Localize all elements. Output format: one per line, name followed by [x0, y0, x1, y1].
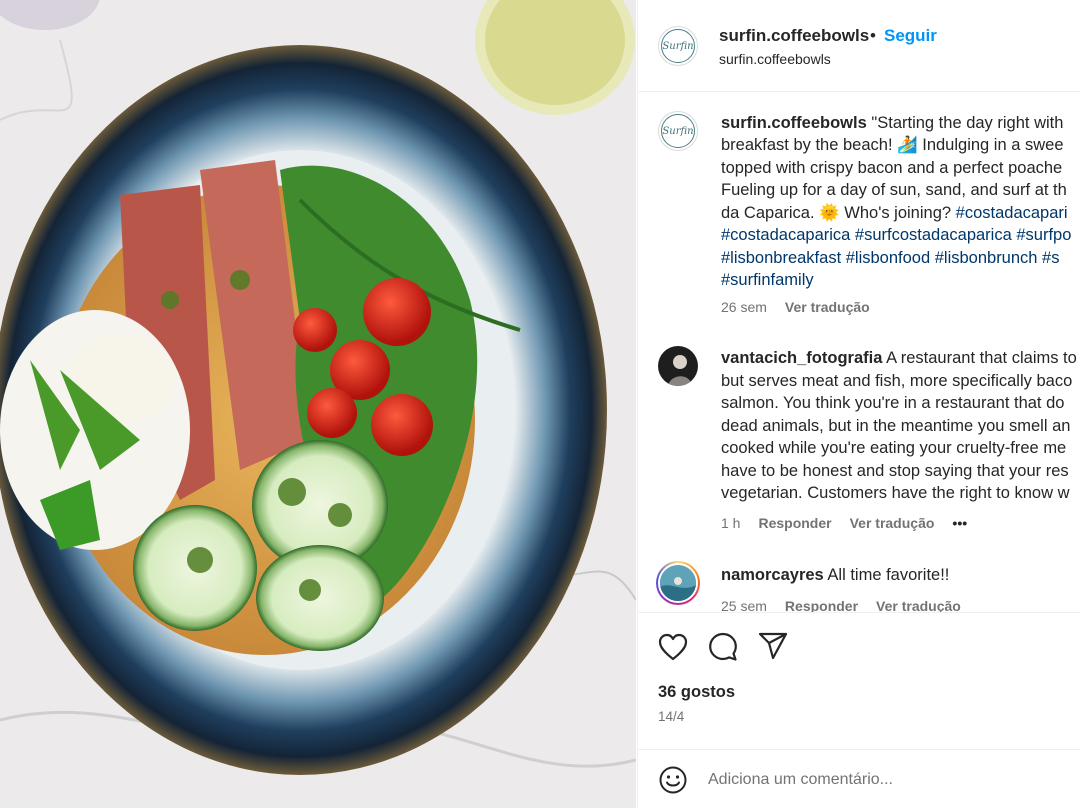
hashtag-line-2[interactable]: #lisbonbreakfast #lisbonfood #lisbonbrun…	[721, 247, 1059, 270]
caption-text: da Caparica. 🌞 Who's joining?	[721, 204, 952, 222]
comment-1-line-1: vantacich_fotografia A restaurant that c…	[721, 347, 1077, 370]
reply-button[interactable]: Responder	[785, 598, 858, 612]
avatar-logo-text: Surfin	[662, 40, 694, 52]
post-date: 14/4	[658, 709, 685, 724]
post-photo	[0, 0, 636, 808]
comment-2-meta: 25 sem Responder Ver tradução	[721, 598, 979, 612]
comment-icon[interactable]	[708, 632, 738, 662]
surfer-photo-icon	[660, 565, 696, 601]
comment-username[interactable]: namorcayres	[721, 566, 824, 584]
comments-list[interactable]: Surfin surfin.coffeebowls "Starting the …	[638, 93, 1080, 612]
post-actions: 36 gostos 14/4	[638, 612, 1080, 808]
caption-meta: 26 sem Ver tradução	[721, 299, 888, 315]
comment-text: All time favorite!!	[827, 566, 950, 584]
comment-1-line-7: vegetarian. Customers have the right to …	[721, 484, 1070, 502]
caption-translate-button[interactable]: Ver tradução	[785, 299, 870, 315]
comment-username[interactable]: vantacich_fotografia	[721, 349, 882, 367]
comment-input[interactable]	[708, 766, 1068, 794]
caption-line-5: da Caparica. 🌞 Who's joining? #costadaca…	[721, 202, 1068, 225]
caption-line-1: surfin.coffeebowls "Starting the day rig…	[721, 112, 1063, 135]
comment-1-line-6: have to be honest and stop saying that y…	[721, 462, 1069, 480]
share-icon[interactable]	[758, 632, 788, 660]
more-options-icon[interactable]: •••	[952, 515, 967, 531]
surfin-logo-icon: Surfin	[661, 29, 695, 63]
caption-author-avatar[interactable]: Surfin	[658, 111, 698, 151]
hashtag-line-3[interactable]: #surfinfamily	[721, 269, 814, 292]
emoji-icon[interactable]	[658, 765, 688, 795]
caption-line-4: Fueling up for a day of sun, sand, and s…	[721, 181, 1067, 199]
heart-icon[interactable]	[658, 633, 688, 661]
comment-2-line-1: namorcayres All time favorite!!	[721, 564, 949, 587]
commenter-avatar[interactable]	[658, 346, 698, 386]
translate-button[interactable]: Ver tradução	[876, 598, 961, 612]
caption-time: 26 sem	[721, 299, 767, 315]
avatar-logo-text: Surfin	[662, 125, 694, 137]
story-ring-avatar[interactable]	[656, 561, 700, 605]
follow-button[interactable]: Seguir	[884, 26, 937, 46]
comment-1-meta: 1 h Responder Ver tradução •••	[721, 515, 985, 531]
separator-dot: •	[870, 26, 876, 45]
comment-1-line-4: dead animals, but in the meantime you sm…	[721, 417, 1071, 435]
reply-button[interactable]: Responder	[758, 515, 831, 531]
comment-time: 1 h	[721, 515, 741, 531]
post-header: Surfin surfin.coffeebowls • Seguir surfi…	[638, 0, 1080, 92]
surfin-logo-icon: Surfin	[661, 114, 695, 148]
author-avatar[interactable]: Surfin	[658, 26, 698, 66]
person-photo-icon	[658, 346, 698, 386]
post-location[interactable]: surfin.coffeebowls	[719, 51, 831, 67]
comment-1-line-3: salmon. You think you're in a restaurant…	[721, 394, 1065, 412]
post-sidebar: Surfin surfin.coffeebowls • Seguir surfi…	[637, 0, 1080, 808]
translate-button[interactable]: Ver tradução	[850, 515, 935, 531]
caption-username[interactable]: surfin.coffeebowls	[721, 114, 867, 132]
commenter-avatar	[658, 563, 698, 603]
caption-line-3: topped with crispy bacon and a perfect p…	[721, 159, 1063, 177]
hashtag-link[interactable]: #costadacapari	[956, 204, 1068, 222]
comment-1-line-2: but serves meat and fish, more specifica…	[721, 372, 1073, 390]
caption-line-2: breakfast by the beach! 🏄 Indulging in a…	[721, 136, 1064, 154]
breakfast-plate-photo	[0, 0, 636, 808]
likes-count[interactable]: 36 gostos	[658, 683, 735, 702]
add-comment-bar	[638, 749, 1080, 808]
comment-text: A restaurant that claims to	[886, 349, 1077, 367]
comment-time: 25 sem	[721, 598, 767, 612]
comment-1-line-5: cooked while you're eating your cruelty-…	[721, 439, 1067, 457]
post-viewer: { "post": { "username": "surfin.coffeebo…	[0, 0, 1080, 808]
caption-text: "Starting the day right with	[871, 114, 1064, 132]
hashtag-line-1[interactable]: #costadacaparica #surfcostadacaparica #s…	[721, 224, 1071, 247]
author-username[interactable]: surfin.coffeebowls	[719, 26, 869, 46]
